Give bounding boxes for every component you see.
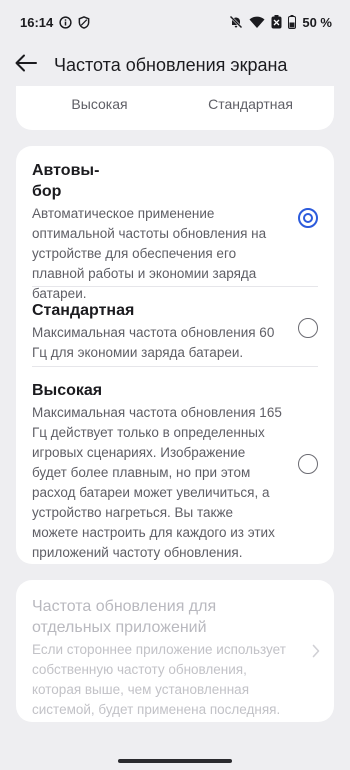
option-standard[interactable]: Стандартная Максимальная частота обновле… xyxy=(16,300,334,363)
status-right: 50 % xyxy=(229,15,332,30)
home-indicator[interactable] xyxy=(118,759,232,763)
app-refresh-title: Частота обновления для отдельных приложе… xyxy=(32,598,217,636)
option-auto[interactable]: Автовы- бор Автоматическое применение оп… xyxy=(16,160,334,304)
app-refresh-item[interactable]: Частота обновления для отдельных приложе… xyxy=(16,596,334,720)
arrow-left-icon xyxy=(15,54,37,77)
status-left: 16:14 xyxy=(20,15,90,30)
wifi-icon xyxy=(249,16,265,29)
preview-label-high: Высокая xyxy=(71,96,128,112)
preview-labels: Высокая Стандартная xyxy=(16,86,334,112)
shield-icon xyxy=(78,15,90,29)
option-high-description: Максимальная частота обновления 165 Гц д… xyxy=(32,405,282,560)
refresh-rate-options: Автовы- бор Автоматическое применение оп… xyxy=(16,146,334,564)
divider xyxy=(32,286,318,287)
divider xyxy=(32,366,318,367)
option-auto-description: Автоматическое применение оптимальной ча… xyxy=(32,206,267,301)
option-high-title: Высокая xyxy=(32,382,103,399)
option-auto-radio[interactable] xyxy=(298,208,318,228)
option-standard-description: Максимальная частота обновления 60 Гц дл… xyxy=(32,325,275,360)
option-auto-title: Автовы- бор xyxy=(32,160,282,202)
chevron-right-icon xyxy=(312,644,320,663)
page-title: Частота обновления экрана xyxy=(54,54,288,75)
option-high[interactable]: Высокая Максимальная частота обновления … xyxy=(16,380,334,563)
battery-percent: 50 % xyxy=(302,14,332,30)
preview-card: Высокая Стандартная xyxy=(16,86,334,130)
preview-label-standard: Стандартная xyxy=(208,96,293,112)
info-circle-icon xyxy=(59,15,72,29)
status-bar: 16:14 50 % xyxy=(0,0,350,44)
bell-off-icon xyxy=(229,15,243,29)
option-auto-title-line2: бор xyxy=(32,183,62,200)
battery-icon xyxy=(288,15,297,29)
back-button[interactable] xyxy=(0,44,52,86)
app-refresh-description: Если стороннее приложение использует соб… xyxy=(32,642,286,717)
option-high-radio[interactable] xyxy=(298,454,318,474)
data-saver-icon xyxy=(271,15,282,29)
app-refresh-card: Частота обновления для отдельных приложе… xyxy=(16,580,334,722)
option-standard-radio[interactable] xyxy=(298,318,318,338)
option-auto-title-line1: Автовы- xyxy=(32,162,100,179)
app-bar: Частота обновления экрана xyxy=(0,44,350,86)
status-time: 16:14 xyxy=(20,14,54,30)
option-standard-title: Стандартная xyxy=(32,302,135,319)
